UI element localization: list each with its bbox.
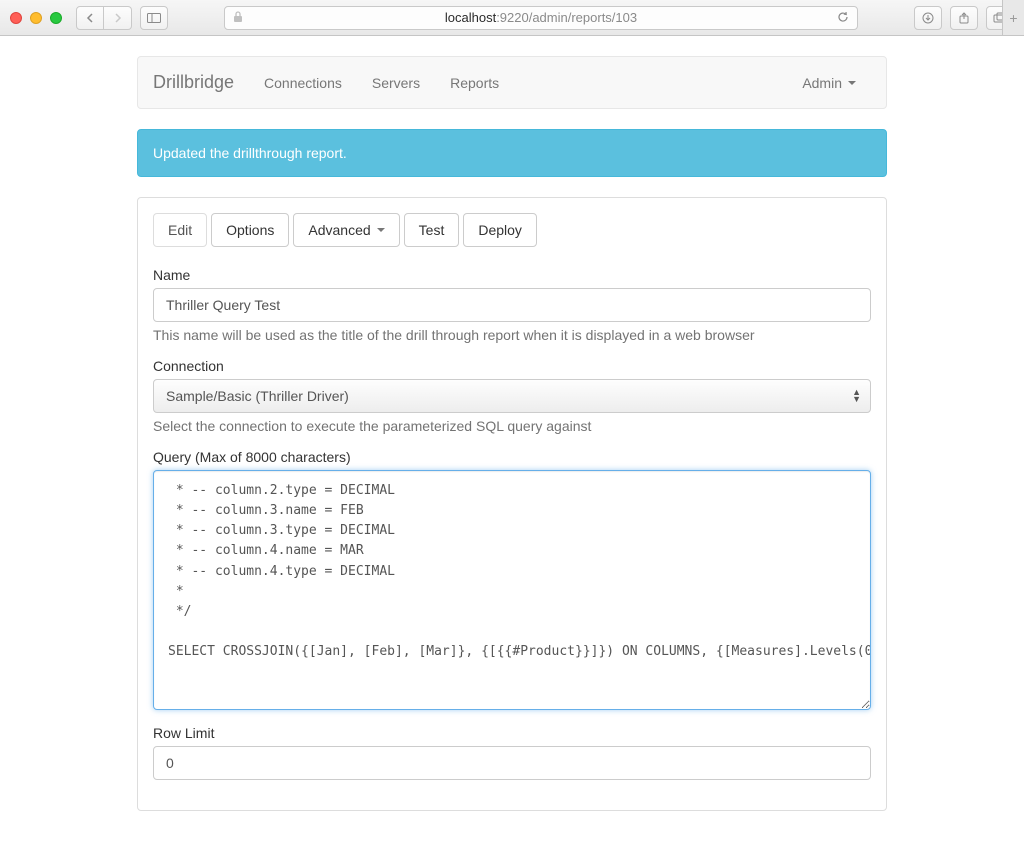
report-editor-panel: Edit Options Advanced Test Deploy Name T… xyxy=(137,197,887,811)
name-input[interactable] xyxy=(153,288,871,322)
alert-message: Updated the drillthrough report. xyxy=(153,145,347,161)
lock-icon xyxy=(233,11,243,26)
browser-toolbar: localhost:9220/admin/reports/103 + xyxy=(0,0,1024,36)
connection-label: Connection xyxy=(153,358,871,374)
brand-link[interactable]: Drillbridge xyxy=(153,57,249,108)
page-viewport[interactable]: Drillbridge Connections Servers Reports … xyxy=(0,36,1024,852)
nav-admin-label: Admin xyxy=(802,75,842,91)
sidebar-toggle-button[interactable] xyxy=(140,6,168,30)
rowlimit-input[interactable] xyxy=(153,746,871,780)
caret-down-icon xyxy=(377,228,385,232)
rowlimit-label: Row Limit xyxy=(153,725,871,741)
new-tab-button[interactable]: + xyxy=(1002,0,1024,35)
tab-edit[interactable]: Edit xyxy=(153,213,207,247)
url-text: localhost:9220/admin/reports/103 xyxy=(445,10,637,25)
nav-servers[interactable]: Servers xyxy=(357,60,435,106)
query-textarea[interactable] xyxy=(153,470,871,710)
window-minimize-button[interactable] xyxy=(30,12,42,24)
window-zoom-button[interactable] xyxy=(50,12,62,24)
window-close-button[interactable] xyxy=(10,12,22,24)
reload-icon[interactable] xyxy=(837,11,849,26)
name-help: This name will be used as the title of t… xyxy=(153,327,871,343)
back-button[interactable] xyxy=(76,6,104,30)
connection-select[interactable]: Sample/Basic (Thriller Driver) xyxy=(153,379,871,413)
app-navbar: Drillbridge Connections Servers Reports … xyxy=(137,56,887,109)
tab-test[interactable]: Test xyxy=(404,213,460,247)
tab-deploy[interactable]: Deploy xyxy=(463,213,537,247)
tab-options[interactable]: Options xyxy=(211,213,289,247)
forward-button[interactable] xyxy=(104,6,132,30)
tab-advanced[interactable]: Advanced xyxy=(293,213,399,247)
address-bar[interactable]: localhost:9220/admin/reports/103 xyxy=(224,6,858,30)
downloads-button[interactable] xyxy=(914,6,942,30)
tab-advanced-label: Advanced xyxy=(308,222,370,238)
connection-help: Select the connection to execute the par… xyxy=(153,418,871,434)
nav-reports[interactable]: Reports xyxy=(435,60,514,106)
traffic-lights xyxy=(10,12,62,24)
alert-success: Updated the drillthrough report. xyxy=(137,129,887,177)
caret-down-icon xyxy=(848,81,856,85)
share-button[interactable] xyxy=(950,6,978,30)
editor-tabs: Edit Options Advanced Test Deploy xyxy=(153,213,871,247)
name-label: Name xyxy=(153,267,871,283)
nav-connections[interactable]: Connections xyxy=(249,60,357,106)
query-label: Query (Max of 8000 characters) xyxy=(153,449,871,465)
nav-admin-dropdown[interactable]: Admin xyxy=(787,60,871,106)
